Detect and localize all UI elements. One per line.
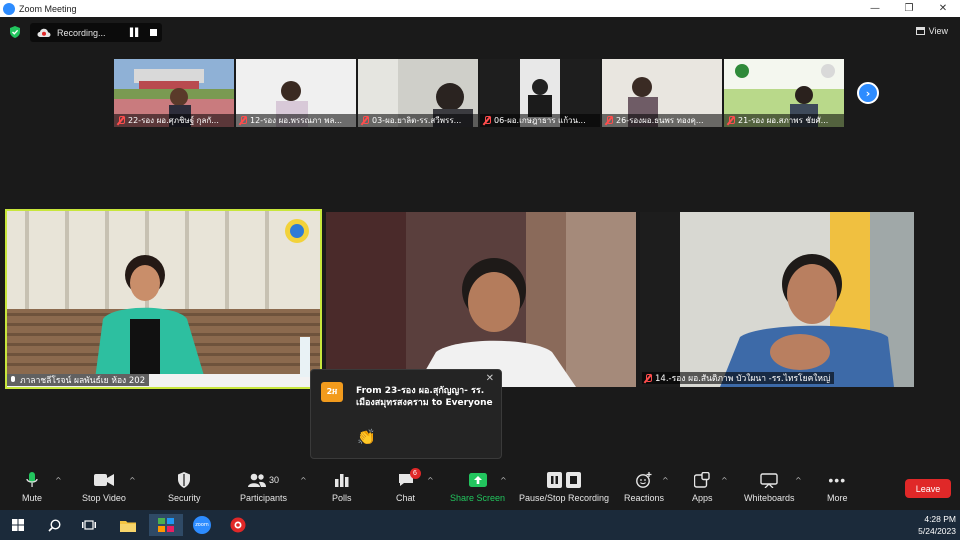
mic-muted-icon	[483, 116, 491, 125]
participant-video	[640, 212, 914, 387]
window-title: Zoom Meeting	[19, 3, 77, 14]
participant-thumbnail[interactable]: 22-รอง ผอ.ศุภชิษฐ์ กุลกั...	[114, 59, 234, 127]
mic-muted-icon	[239, 116, 247, 125]
meeting-toolbar: Mute ^ Stop Video ^ Security 30 Particip…	[0, 467, 960, 510]
mic-muted-icon	[605, 116, 613, 125]
minimize-button[interactable]: —	[858, 0, 892, 17]
recording-indicator: Recording... ▌▌	[30, 23, 162, 42]
recording-label: Recording...	[57, 27, 106, 38]
more-button[interactable]: ••• More	[827, 470, 848, 503]
chevron-right-icon: ›	[865, 86, 871, 100]
participant-thumbnail[interactable]: 21-รอง ผอ.สภาพร ชัยศั...	[724, 59, 844, 127]
stop-recording-icon[interactable]	[150, 29, 157, 36]
reactions-icon	[636, 472, 652, 488]
participants-icon	[248, 473, 266, 487]
record-app-icon[interactable]	[223, 514, 253, 536]
meeting-area: Recording... ▌▌ View 22-รอง ผอ.ศุภชิษฐ์ …	[0, 17, 960, 467]
mute-button[interactable]: Mute	[22, 470, 42, 503]
chat-notification[interactable]: 2អ From 23-รอง ผอ.สุกัญญา- รร. เมืองสมุท…	[310, 369, 502, 459]
pause-stop-icon	[547, 472, 582, 488]
participants-options-caret[interactable]: ^	[300, 476, 307, 485]
mic-muted-icon	[361, 116, 369, 125]
taskbar-app-active-icon[interactable]	[149, 514, 183, 536]
share-screen-button[interactable]: Share Screen	[450, 470, 505, 503]
chat-unread-badge: 6	[409, 468, 421, 479]
participant-video	[5, 209, 322, 389]
share-screen-icon	[468, 473, 487, 487]
thumbnail-label: 03-ผอ.ยาลิต-รร.สวีพรร...	[358, 114, 478, 127]
gallery-tile[interactable]	[326, 212, 636, 387]
share-options-caret[interactable]: ^	[500, 476, 507, 485]
reactions-button[interactable]: Reactions	[624, 470, 664, 503]
mic-on-icon	[9, 375, 17, 385]
leave-button[interactable]: Leave	[905, 479, 951, 498]
audio-options-caret[interactable]: ^	[55, 476, 62, 485]
gallery-tile[interactable]: 14.-รอง ผอ.สันติภาพ บัวใผนา -รร.ไทรโยคให…	[640, 212, 914, 387]
system-clock[interactable]: 4:28 PM 5/24/2023	[918, 513, 956, 537]
chat-button[interactable]: 6 Chat	[396, 468, 421, 503]
pause-recording-icon[interactable]: ▌▌	[130, 28, 141, 37]
thumbnail-label: 22-รอง ผอ.ศุภชิษฐ์ กุลกั...	[114, 114, 234, 127]
sender-avatar: 2អ	[321, 382, 343, 402]
next-page-button[interactable]: ›	[857, 82, 879, 104]
task-view-icon[interactable]	[74, 514, 104, 536]
more-dots-icon: •••	[828, 472, 847, 488]
thumbnail-label: 21-รอง ผอ.สภาพร ชัยศั...	[724, 114, 844, 127]
security-button[interactable]: Security	[168, 470, 201, 503]
participants-count: 30	[269, 475, 280, 485]
file-explorer-icon[interactable]	[113, 514, 143, 536]
close-icon[interactable]: ✕	[486, 373, 494, 384]
zoom-window: Zoom Meeting — ❐ ✕ Recording... ▌▌ View	[0, 0, 960, 540]
video-camera-icon	[93, 474, 114, 486]
polls-button[interactable]: Polls	[332, 470, 352, 503]
restore-button[interactable]: ❐	[892, 0, 926, 17]
mic-muted-icon	[117, 116, 125, 125]
windows-taskbar: zoom 4:28 PM 5/24/2023	[0, 510, 960, 540]
apps-options-caret[interactable]: ^	[721, 476, 728, 485]
whiteboards-button[interactable]: Whiteboards	[744, 470, 795, 503]
shield-icon[interactable]	[9, 26, 21, 38]
stop-video-button[interactable]: Stop Video	[82, 470, 126, 503]
view-grid-icon	[915, 27, 925, 35]
shield-icon	[178, 472, 191, 488]
chat-message: 👏	[357, 428, 376, 446]
whiteboard-icon	[760, 472, 778, 488]
participant-name-label: ภาลาชลีโรจน์ ผลพันธ์เย ห้อง 202	[7, 374, 150, 386]
zoom-logo-icon	[3, 2, 15, 15]
thumbnail-strip: 22-รอง ผอ.ศุภชิษฐ์ กุลกั... 12-รอง ผอ.พร…	[114, 59, 844, 127]
mic-muted-icon	[644, 373, 652, 383]
participant-thumbnail[interactable]: 03-ผอ.ยาลิต-รร.สวีพรร...	[358, 59, 478, 127]
title-bar: Zoom Meeting — ❐ ✕	[0, 0, 960, 17]
window-controls: — ❐ ✕	[858, 0, 960, 17]
thumbnail-label: 12-รอง ผอ.พรรณภา พล...	[236, 114, 356, 127]
thumbnail-label: 06-ผอ.เกษฎาธาร แก้วน...	[480, 114, 600, 127]
participant-thumbnail[interactable]: 26-รองผอ.ธนพร ทองคุ...	[602, 59, 722, 127]
search-icon[interactable]	[39, 514, 69, 536]
cloud-record-icon	[37, 28, 51, 37]
microphone-icon	[26, 472, 38, 487]
windows-start-icon[interactable]	[3, 514, 33, 536]
participants-button[interactable]: 30 Participants	[240, 470, 287, 503]
apps-button[interactable]: Apps	[692, 470, 713, 503]
pause-stop-recording-button[interactable]: Pause/Stop Recording	[519, 470, 609, 503]
gallery-tile-active-speaker[interactable]: ภาลาชลีโรจน์ ผลพันธ์เย ห้อง 202	[5, 209, 322, 389]
apps-icon	[694, 472, 710, 488]
video-options-caret[interactable]: ^	[129, 476, 136, 485]
participant-video	[326, 212, 636, 387]
participant-thumbnail[interactable]: 12-รอง ผอ.พรรณภา พล...	[236, 59, 356, 127]
chat-options-caret[interactable]: ^	[427, 476, 434, 485]
participant-thumbnail[interactable]: 06-ผอ.เกษฎาธาร แก้วน...	[480, 59, 600, 127]
view-label: View	[928, 26, 948, 36]
polls-icon	[334, 474, 349, 487]
thumbnail-label: 26-รองผอ.ธนพร ทองคุ...	[602, 114, 722, 127]
view-button[interactable]: View	[915, 26, 948, 36]
reactions-options-caret[interactable]: ^	[662, 476, 669, 485]
chat-sender: From 23-รอง ผอ.สุกัญญา- รร. เมืองสมุทรสง…	[356, 386, 493, 408]
mic-muted-icon	[727, 116, 735, 125]
close-window-button[interactable]: ✕	[926, 0, 960, 17]
whiteboards-options-caret[interactable]: ^	[795, 476, 802, 485]
zoom-app-icon[interactable]: zoom	[187, 514, 217, 536]
participant-name-label: 14.-รอง ผอ.สันติภาพ บัวใผนา -รร.ไทรโยคให…	[642, 372, 835, 384]
